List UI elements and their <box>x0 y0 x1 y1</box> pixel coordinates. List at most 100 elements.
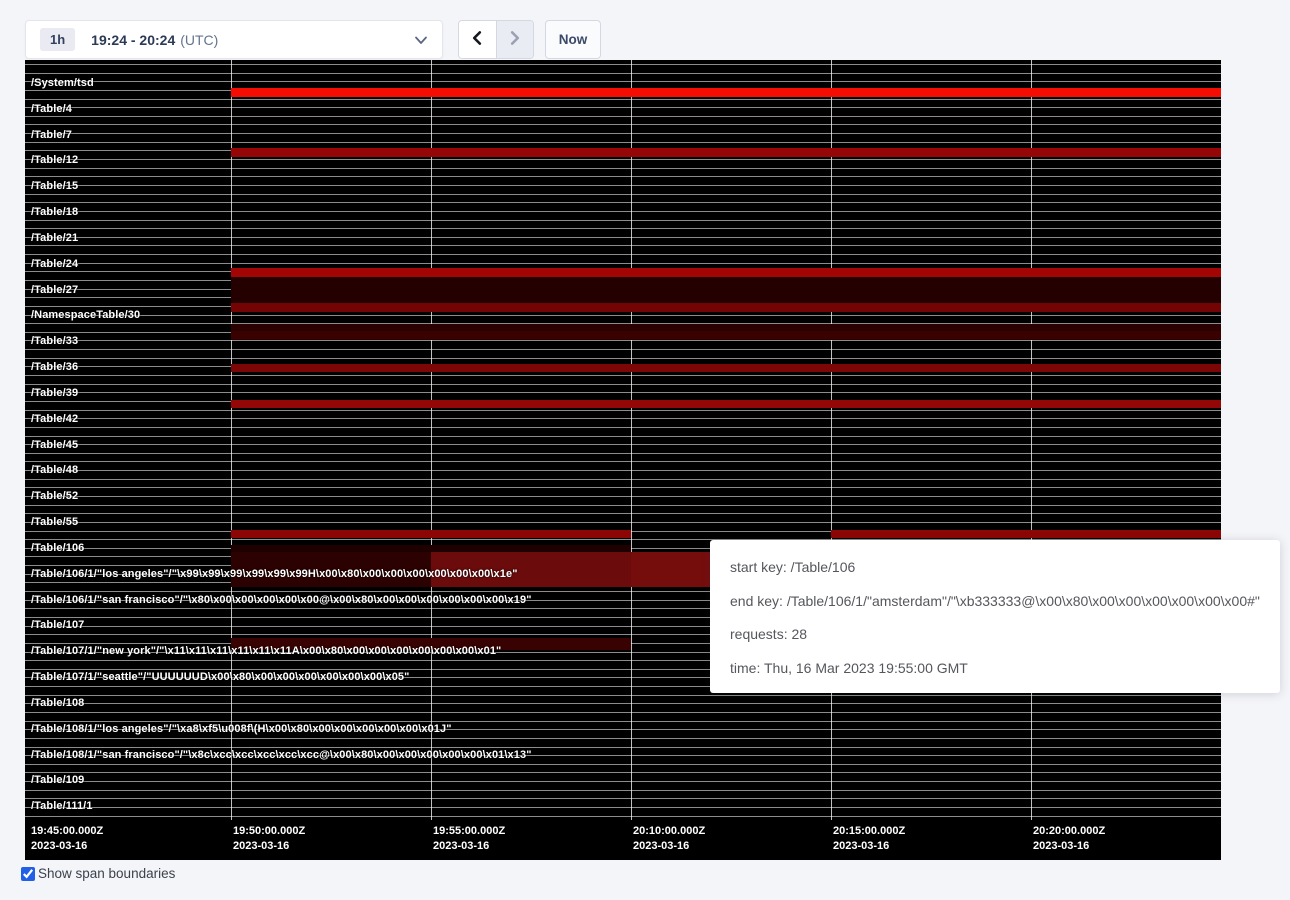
span-tooltip: start key: /Table/106 end key: /Table/10… <box>710 540 1280 693</box>
tooltip-end-key: end key: /Table/106/1/"amsterdam"/"\xb33… <box>730 585 1260 619</box>
span-boundary-line <box>25 418 1221 419</box>
span-boundary-line <box>25 340 1221 341</box>
span-boundary-line <box>25 358 1221 359</box>
row-label: /Table/33 <box>31 335 78 347</box>
key-visualizer-page: 1h 19:24 - 20:24 (UTC) Now /System/tsd/T… <box>0 0 1290 900</box>
span-boundary-line <box>25 202 1221 203</box>
span-boundary-line <box>25 470 1221 471</box>
range-text: 19:24 - 20:24 <box>91 32 175 48</box>
heatmap-band[interactable] <box>231 148 1221 157</box>
row-label: /Table/55 <box>31 516 78 528</box>
span-boundary-line <box>25 479 1221 480</box>
row-label: /Table/39 <box>31 387 78 399</box>
range-timezone: (UTC) <box>180 32 218 48</box>
row-label: /NamespaceTable/30 <box>31 309 140 321</box>
span-boundary-line <box>25 107 1221 108</box>
heatmap-band[interactable] <box>231 268 1221 277</box>
span-boundary-line <box>25 185 1221 186</box>
row-label: /Table/107 <box>31 619 84 631</box>
row-label: /Table/7 <box>31 129 72 141</box>
span-boundary-line <box>25 496 1221 497</box>
span-boundary-line <box>25 349 1221 350</box>
heatmap-band[interactable] <box>231 277 1221 303</box>
span-boundary-line <box>25 168 1221 169</box>
span-boundary-line <box>25 738 1221 739</box>
span-boundary-line <box>25 384 1221 385</box>
span-boundary-line <box>25 64 1221 65</box>
row-label: /Table/108 <box>31 697 84 709</box>
axis-tick: 20:15:00.000Z2023-03-16 <box>833 824 905 854</box>
tooltip-start-key: start key: /Table/106 <box>730 551 1260 585</box>
span-boundary-line <box>25 712 1221 713</box>
axis-tick: 20:10:00.000Z2023-03-16 <box>633 824 705 854</box>
span-boundary-line <box>25 142 1221 143</box>
span-boundary-line <box>25 392 1221 393</box>
time-range-selector[interactable]: 1h 19:24 - 20:24 (UTC) <box>25 20 443 59</box>
span-boundary-line <box>25 410 1221 411</box>
range-duration-badge: 1h <box>40 28 75 51</box>
next-range-button[interactable] <box>496 21 533 58</box>
row-label: /Table/52 <box>31 490 78 502</box>
row-label: /Table/45 <box>31 439 78 451</box>
row-label: /Table/106 <box>31 542 84 554</box>
time-nav-group <box>458 20 534 59</box>
now-button[interactable]: Now <box>545 20 601 59</box>
row-label: /Table/107/1/"new york"/"\x11\x11\x11\x1… <box>31 645 501 657</box>
span-boundary-line <box>25 721 1221 722</box>
heatmap-band[interactable] <box>231 364 1221 372</box>
time-gridline <box>431 60 432 820</box>
row-label: /System/tsd <box>31 77 94 89</box>
previous-range-button[interactable] <box>459 21 496 58</box>
heatmap-band[interactable] <box>231 303 1221 312</box>
heatmap-band[interactable] <box>231 88 1221 97</box>
span-boundary-line <box>25 194 1221 195</box>
span-boundary-line <box>25 133 1221 134</box>
row-label: /Table/108/1/"los angeles"/"\xa8\xf5\u00… <box>31 723 452 735</box>
span-boundary-line <box>25 772 1221 773</box>
span-boundary-line <box>25 375 1221 376</box>
span-boundary-line <box>25 790 1221 791</box>
span-boundary-line <box>25 747 1221 748</box>
tooltip-time: time: Thu, 16 Mar 2023 19:55:00 GMT <box>730 652 1260 686</box>
heatmap-band[interactable] <box>231 400 1221 408</box>
time-gridline <box>1031 60 1032 820</box>
heatmap-band[interactable] <box>231 331 1221 339</box>
row-label: /Table/109 <box>31 774 84 786</box>
span-boundary-line <box>25 816 1221 817</box>
show-span-boundaries-checkbox[interactable] <box>21 867 35 881</box>
heatmap-band[interactable] <box>831 530 1221 538</box>
key-visualizer-heatmap[interactable]: /System/tsd/Table/4/Table/7/Table/12/Tab… <box>25 60 1221 860</box>
span-boundary-line <box>25 211 1221 212</box>
span-boundary-line <box>25 237 1221 238</box>
span-boundary-line <box>25 176 1221 177</box>
span-boundary-line <box>25 81 1221 82</box>
heatmap-band[interactable] <box>231 545 631 552</box>
span-boundary-line <box>25 487 1221 488</box>
show-span-boundaries-control[interactable]: Show span boundaries <box>21 866 175 881</box>
span-boundary-line <box>25 99 1221 100</box>
time-gridline <box>231 60 232 820</box>
span-boundary-line <box>25 798 1221 799</box>
time-gridline <box>631 60 632 820</box>
span-boundary-line <box>25 695 1221 696</box>
chevron-left-icon <box>470 30 485 49</box>
axis-tick: 19:45:00.000Z2023-03-16 <box>31 824 103 854</box>
tooltip-requests: requests: 28 <box>730 618 1260 652</box>
row-label: /Table/12 <box>31 154 78 166</box>
chevron-down-icon <box>414 34 428 46</box>
span-boundary-line <box>25 254 1221 255</box>
row-label: /Table/111/1 <box>31 800 93 812</box>
span-boundary-line <box>25 453 1221 454</box>
span-boundary-line <box>25 427 1221 428</box>
span-boundary-line <box>25 124 1221 125</box>
heatmap-band[interactable] <box>231 530 631 538</box>
row-label: /Table/27 <box>31 284 78 296</box>
row-label: /Table/21 <box>31 232 78 244</box>
span-boundary-line <box>25 315 1221 316</box>
span-boundary-line <box>25 263 1221 264</box>
row-label: /Table/36 <box>31 361 78 373</box>
span-boundary-line <box>25 228 1221 229</box>
row-label: /Table/15 <box>31 180 78 192</box>
span-boundary-line <box>25 461 1221 462</box>
row-label: /Table/24 <box>31 258 78 270</box>
